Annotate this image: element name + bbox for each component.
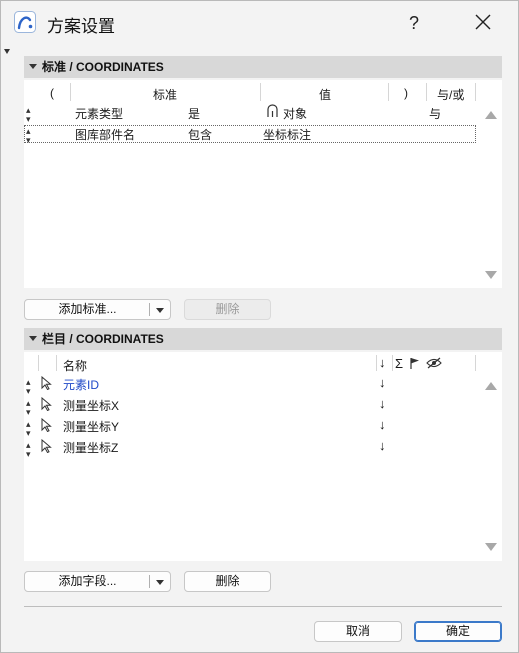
scroll-up-icon[interactable] — [485, 382, 497, 390]
ok-button[interactable]: 确定 — [414, 621, 502, 642]
drag-handle-icon[interactable]: ▴ ▾ — [26, 441, 31, 459]
field-row-name[interactable]: 测量坐标X — [63, 397, 119, 414]
field-row-name[interactable]: 元素ID — [63, 376, 99, 393]
cursor-icon — [41, 418, 52, 432]
hidden-eye-icon[interactable] — [426, 357, 442, 369]
cursor-icon — [41, 397, 52, 411]
footer-divider — [24, 606, 502, 607]
cursor-icon — [41, 439, 52, 453]
criteria-section-header[interactable]: 标准 / COORDINATES — [24, 56, 502, 78]
criteria-row-value[interactable]: 坐标标注 — [263, 126, 311, 143]
criteria-row-element[interactable]: 元素类型 — [75, 105, 123, 122]
scheme-settings-dialog: 方案设置 ? 标准 / COORDINATES ( 标准 值 ) 与/或 ▴ ▾ … — [0, 0, 519, 653]
fields-section-header[interactable]: 栏目 / COORDINATES — [24, 328, 502, 350]
criteria-row-element[interactable]: 图库部件名 — [75, 126, 135, 143]
drag-handle-icon[interactable]: ▴ ▾ — [26, 399, 31, 417]
delete-criteria-button[interactable]: 删除 — [184, 299, 271, 320]
add-criteria-button[interactable]: 添加标准... — [24, 299, 171, 320]
drag-handle-icon[interactable]: ▴ ▾ — [26, 127, 31, 145]
criteria-table: ( 标准 值 ) 与/或 ▴ ▾ 元素类型 是 对象 与 ▴ ▾ 图库部件名 包含 … — [24, 80, 502, 288]
chevron-down-icon[interactable] — [156, 308, 164, 313]
field-row-sort[interactable]: ↓ — [379, 418, 386, 432]
scroll-down-icon[interactable] — [485, 543, 497, 551]
fields-section-title: 栏目 / COORDINATES — [42, 332, 164, 346]
flag-icon[interactable] — [409, 357, 421, 369]
col-sum[interactable]: Σ — [395, 356, 403, 371]
scroll-down-icon[interactable] — [485, 271, 497, 279]
field-row-sort[interactable]: ↓ — [379, 397, 386, 411]
col-paren-open: ( — [50, 86, 54, 100]
object-icon — [267, 104, 278, 117]
criteria-row-and-or[interactable]: 与 — [429, 105, 441, 122]
window-title: 方案设置 — [47, 17, 115, 36]
chevron-down-icon[interactable] — [156, 580, 164, 585]
fields-table: 名称 ↓ Σ ▴ ▾ 元素ID ↓ ▴ ▾ 测量坐标X ↓ ▴ ▾ 测量坐标Y ↓ ▴… — [24, 352, 502, 561]
criteria-row-op[interactable]: 是 — [188, 105, 200, 122]
drag-handle-icon[interactable]: ▴ ▾ — [26, 106, 31, 124]
field-row-sort[interactable]: ↓ — [379, 376, 386, 390]
cancel-button[interactable]: 取消 — [314, 621, 402, 642]
close-icon[interactable] — [465, 9, 501, 37]
add-field-button[interactable]: 添加字段... — [24, 571, 171, 592]
add-field-label: 添加字段... — [58, 574, 117, 588]
col-and-or: 与/或 — [437, 88, 465, 102]
title-bar: 方案设置 ? — [1, 1, 518, 45]
criteria-section-title: 标准 / COORDINATES — [42, 60, 164, 74]
criteria-row-value[interactable]: 对象 — [283, 105, 307, 122]
scroll-up-icon[interactable] — [485, 111, 497, 119]
field-row-sort[interactable]: ↓ — [379, 439, 386, 453]
app-logo-icon — [14, 11, 36, 33]
options-arrow-icon[interactable] — [4, 49, 10, 54]
col-paren-close: ) — [404, 86, 408, 100]
field-row-name[interactable]: 测量坐标Y — [63, 418, 119, 435]
drag-handle-icon[interactable]: ▴ ▾ — [26, 420, 31, 438]
col-sort[interactable]: ↓ — [379, 356, 386, 370]
drag-handle-icon[interactable]: ▴ ▾ — [26, 378, 31, 396]
delete-field-button[interactable]: 删除 — [184, 571, 271, 592]
collapse-triangle-icon[interactable] — [29, 64, 37, 69]
col-name: 名称 — [63, 359, 88, 373]
criteria-row-op[interactable]: 包含 — [188, 126, 212, 143]
add-criteria-label: 添加标准... — [58, 302, 117, 316]
collapse-triangle-icon[interactable] — [29, 336, 37, 341]
help-button[interactable]: ? — [397, 9, 431, 37]
cursor-icon — [41, 376, 52, 390]
field-row-name[interactable]: 测量坐标Z — [63, 439, 118, 456]
col-value: 值 — [319, 88, 332, 102]
col-criteria: 标准 — [153, 88, 178, 102]
